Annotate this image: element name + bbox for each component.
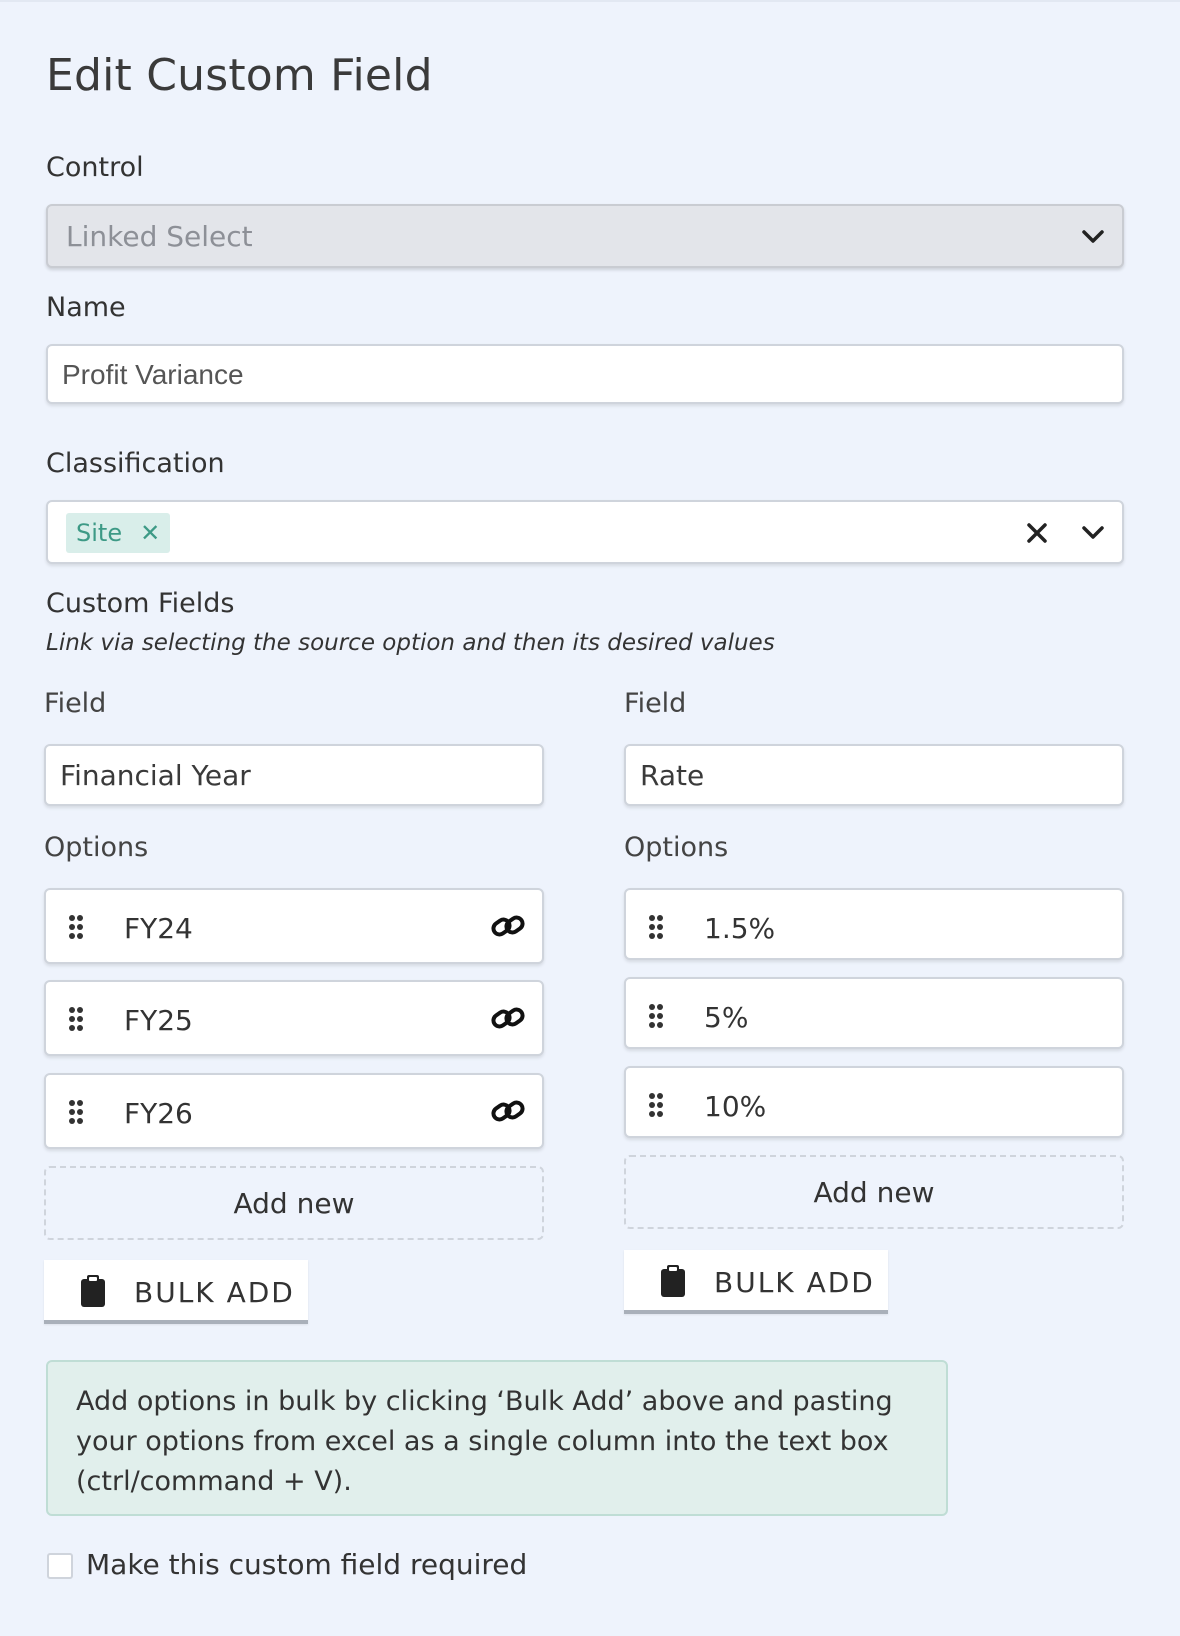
clipboard-icon xyxy=(81,1275,105,1307)
name-input-value: Profit Variance xyxy=(62,359,244,390)
chevron-down-icon[interactable] xyxy=(1078,518,1108,548)
link-icon[interactable] xyxy=(490,1095,526,1127)
control-select-value: Linked Select xyxy=(66,220,253,253)
link-icon[interactable] xyxy=(490,1002,526,1034)
option-row[interactable]: 5% xyxy=(624,977,1124,1049)
tag-remove-icon[interactable]: ✕ xyxy=(140,519,160,547)
page-title: Edit Custom Field xyxy=(46,50,433,101)
drag-handle-icon[interactable] xyxy=(648,1003,664,1029)
bulk-add-label: BULK ADD xyxy=(134,1276,295,1309)
option-row[interactable]: 1.5% xyxy=(624,888,1124,960)
bulk-add-help-note: Add options in bulk by clicking ‘Bulk Ad… xyxy=(46,1360,948,1516)
options-label-left: Options xyxy=(44,832,149,863)
name-input[interactable]: Profit Variance xyxy=(46,344,1124,404)
option-value: 1.5% xyxy=(704,912,776,945)
bulk-add-label: BULK ADD xyxy=(714,1266,875,1299)
bulk-add-button[interactable]: BULK ADD xyxy=(44,1260,308,1324)
field-input-value: Financial Year xyxy=(60,759,251,792)
option-row[interactable]: FY25 xyxy=(44,980,544,1056)
field-label-left: Field xyxy=(44,688,107,719)
options-label-right: Options xyxy=(624,832,729,863)
close-icon[interactable] xyxy=(1022,518,1052,548)
top-divider xyxy=(0,0,1180,2)
drag-handle-icon[interactable] xyxy=(648,1092,664,1118)
drag-handle-icon[interactable] xyxy=(68,1006,84,1032)
option-value: FY25 xyxy=(124,1004,193,1037)
option-row[interactable]: FY26 xyxy=(44,1073,544,1149)
control-select[interactable]: Linked Select xyxy=(46,204,1124,268)
control-label: Control xyxy=(46,152,144,183)
option-value: 10% xyxy=(704,1090,767,1123)
classification-tag: Site ✕ xyxy=(66,513,171,553)
drag-handle-icon[interactable] xyxy=(68,1099,84,1125)
option-value: 5% xyxy=(704,1001,749,1034)
custom-fields-subtitle: Link via selecting the source option and… xyxy=(46,630,775,656)
field-label-right: Field xyxy=(624,688,687,719)
option-value: FY26 xyxy=(124,1097,193,1130)
field-input-value: Rate xyxy=(640,759,705,792)
drag-handle-icon[interactable] xyxy=(68,914,84,940)
classification-label: Classification xyxy=(46,448,225,479)
required-checkbox-label[interactable]: Make this custom field required xyxy=(86,1548,527,1581)
add-new-option-button[interactable]: Add new xyxy=(624,1155,1124,1229)
bulk-add-button[interactable]: BULK ADD xyxy=(624,1250,888,1314)
chevron-down-icon xyxy=(1082,230,1104,243)
classification-tag-label: Site xyxy=(76,519,123,547)
field-input-rate[interactable]: Rate xyxy=(624,744,1124,806)
custom-fields-heading: Custom Fields xyxy=(46,588,235,619)
option-row[interactable]: 10% xyxy=(624,1066,1124,1138)
add-new-option-button[interactable]: Add new xyxy=(44,1166,544,1240)
option-value: FY24 xyxy=(124,912,193,945)
name-label: Name xyxy=(46,292,126,323)
required-checkbox[interactable] xyxy=(47,1553,73,1579)
clipboard-icon xyxy=(661,1265,685,1297)
option-row[interactable]: FY24 xyxy=(44,888,544,964)
link-icon[interactable] xyxy=(490,910,526,942)
field-input-financial-year[interactable]: Financial Year xyxy=(44,744,544,806)
drag-handle-icon[interactable] xyxy=(648,914,664,940)
classification-select[interactable]: Site ✕ xyxy=(46,500,1124,564)
